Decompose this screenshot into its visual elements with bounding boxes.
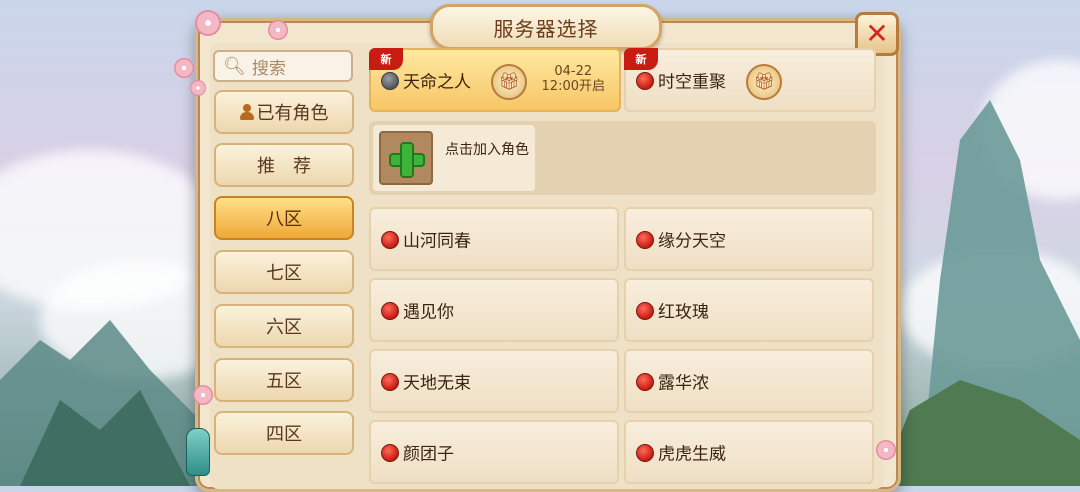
- page-title: 服务器选择: [493, 16, 599, 41]
- server-item[interactable]: 虎虎生威: [624, 420, 874, 484]
- server-name: 天命之人: [403, 72, 471, 93]
- blossom-decoration: [876, 440, 896, 460]
- add-role-button[interactable]: 点击加入角色: [371, 123, 537, 193]
- person-icon: [239, 104, 254, 120]
- sidebar-item-label: 七区: [266, 263, 302, 284]
- server-status-icon: [636, 302, 654, 320]
- server-name: 天地无束: [403, 373, 471, 394]
- add-role-label: 点击加入角色: [445, 142, 529, 158]
- server-status-icon: [381, 72, 399, 90]
- sidebar-item-my-roles[interactable]: 已有角色: [214, 90, 354, 134]
- sidebar-item-label: 推 荐: [257, 156, 311, 177]
- server-item[interactable]: 颜团子: [369, 420, 619, 484]
- server-name: 遇见你: [403, 302, 454, 323]
- plus-icon: [379, 131, 433, 185]
- server-item[interactable]: 天地无束: [369, 349, 619, 413]
- server-item[interactable]: 山河同春: [369, 207, 619, 271]
- server-status-icon: [381, 302, 399, 320]
- new-badge: 新: [369, 48, 403, 70]
- sidebar-item-label: 已有角色: [256, 103, 329, 124]
- sidebar-item-label: 八区: [266, 209, 302, 230]
- server-status-icon: [636, 444, 654, 462]
- server-status-icon: [636, 72, 654, 90]
- close-icon: ✕: [865, 17, 889, 50]
- server-item[interactable]: 遇见你: [369, 278, 619, 342]
- open-date: 04-22: [554, 64, 593, 79]
- sidebar-item-zone-4[interactable]: 四区: [214, 411, 354, 455]
- new-badge: 新: [624, 48, 658, 70]
- search-icon: 🔍︎: [223, 55, 246, 77]
- title-plate: 服务器选择: [430, 4, 662, 50]
- sidebar-item-zone-7[interactable]: 七区: [214, 250, 354, 294]
- sidebar-item-label: 六区: [266, 317, 302, 338]
- blossom-decoration: [174, 58, 194, 78]
- server-name: 缘分天空: [658, 231, 726, 252]
- server-name: 露华浓: [658, 373, 709, 394]
- server-item[interactable]: 红玫瑰: [624, 278, 874, 342]
- search-input[interactable]: 🔍︎ 搜索: [213, 50, 353, 82]
- search-placeholder: 搜索: [251, 58, 286, 79]
- server-status-icon: [381, 373, 399, 391]
- server-status-icon: [636, 231, 654, 249]
- server-name: 红玫瑰: [658, 302, 709, 323]
- featured-server-card[interactable]: 新 天命之人 🎁︎ 04-22 12:00开启: [369, 48, 621, 112]
- server-name: 时空重聚: [658, 72, 726, 93]
- gift-icon[interactable]: 🎁︎: [491, 64, 527, 100]
- sidebar-item-zone-5[interactable]: 五区: [214, 358, 354, 402]
- gift-icon[interactable]: 🎁︎: [746, 64, 782, 100]
- server-name: 颜团子: [403, 444, 454, 465]
- featured-server-card[interactable]: 新 时空重聚 🎁︎: [624, 48, 876, 112]
- sidebar-item-recommended[interactable]: 推 荐: [214, 143, 354, 187]
- vase-decoration: [186, 428, 210, 476]
- server-item[interactable]: 露华浓: [624, 349, 874, 413]
- blossom-decoration: [268, 20, 288, 40]
- sidebar-item-zone-6[interactable]: 六区: [214, 304, 354, 348]
- server-name: 虎虎生威: [658, 444, 726, 465]
- open-hour: 12:00开启: [541, 79, 605, 94]
- sidebar-item-label: 四区: [266, 424, 302, 445]
- blossom-decoration: [195, 10, 221, 36]
- server-name: 山河同春: [403, 231, 471, 252]
- blossom-decoration: [193, 385, 213, 405]
- blossom-decoration: [190, 80, 206, 96]
- server-status-icon: [636, 373, 654, 391]
- server-item[interactable]: 缘分天空: [624, 207, 874, 271]
- sidebar-item-zone-8[interactable]: 八区: [214, 196, 354, 240]
- sidebar-item-label: 五区: [266, 371, 302, 392]
- open-time: 04-22 12:00开启: [542, 64, 605, 94]
- server-status-icon: [381, 444, 399, 462]
- server-status-icon: [381, 231, 399, 249]
